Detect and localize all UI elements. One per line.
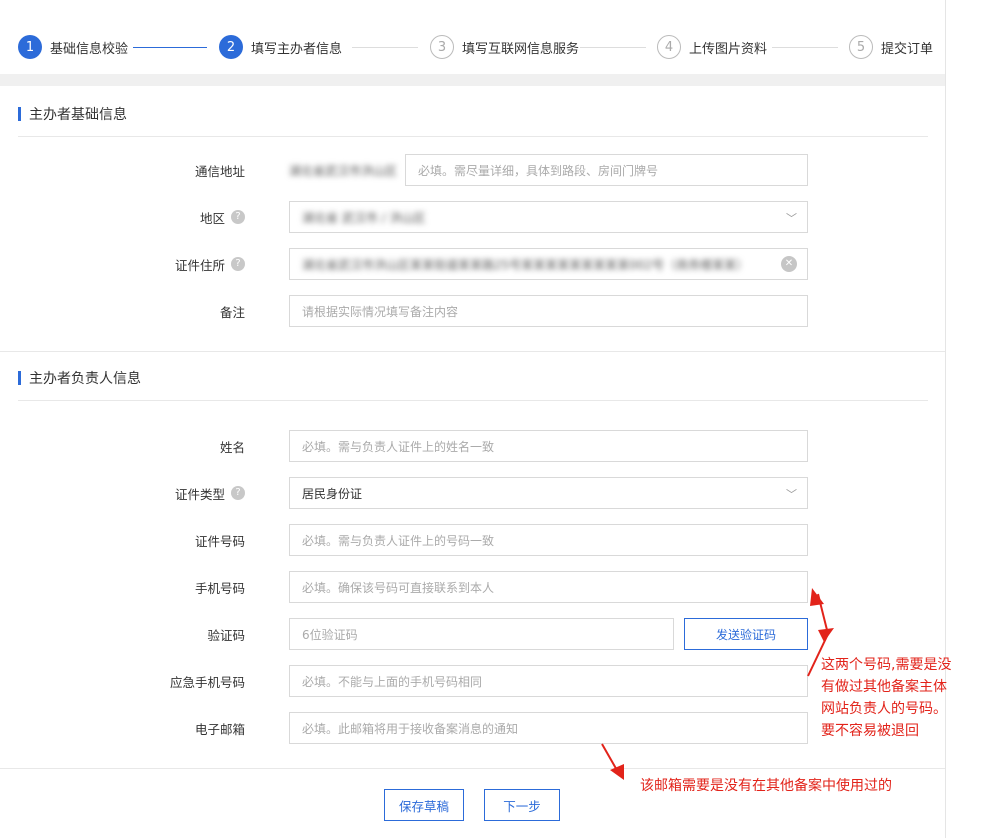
id-number-label-text: 证件号码 (194, 533, 245, 549)
annotation-arrow-email (601, 743, 624, 780)
next-step-button[interactable]: 下一步 (484, 789, 560, 821)
chevron-down-icon: ﹀ (786, 488, 797, 501)
region-label-text: 地区 (199, 210, 225, 226)
id-number-label: 证件号码 (0, 524, 245, 556)
name-input[interactable]: 必填。需与负责人证件上的姓名一致 (289, 430, 808, 462)
code-label-text: 验证码 (207, 627, 245, 643)
id-address-input[interactable]: 湖北省武汉市洪山区某某街道某某路25号某某某某某某某某某002号（商务楼某某） … (289, 248, 808, 280)
mobile-input[interactable]: 必填。确保该号码可直接联系到本人 (289, 571, 808, 603)
address-placeholder: 必填。需尽量详细，具体到路段、房间门牌号 (418, 163, 659, 178)
region-select[interactable]: 湖北省 武汉市 / 洪山区 ﹀ (289, 201, 808, 233)
section-sponsor-basic: 主办者基础信息 (18, 104, 127, 124)
clear-icon[interactable]: ✕ (781, 256, 797, 272)
step-connector-2 (352, 47, 418, 48)
address-prefix: 湖北省武汉市洪山区 (289, 154, 397, 186)
step-5-number: 5 (849, 35, 873, 59)
id-address-label: 证件住所 ? (0, 248, 245, 280)
code-placeholder: 6位验证码 (302, 627, 358, 642)
step-2-number: 2 (219, 35, 243, 59)
address-input[interactable]: 必填。需尽量详细，具体到路段、房间门牌号 (405, 154, 808, 186)
id-type-label-text: 证件类型 (174, 486, 225, 502)
region-label: 地区 ? (0, 201, 245, 233)
emergency-placeholder: 必填。不能与上面的手机号码相同 (302, 674, 483, 689)
section-accent-bar (18, 371, 21, 385)
save-draft-button[interactable]: 保存草稿 (384, 789, 464, 821)
help-icon[interactable]: ? (231, 210, 245, 224)
id-number-placeholder: 必填。需与负责人证件上的号码一致 (302, 533, 495, 548)
emergency-label-text: 应急手机号码 (169, 674, 245, 690)
icp-filing-form-page: 1 基础信息校验 2 填写主办者信息 3 填写互联网信息服务 4 上传图片资料 … (0, 0, 984, 838)
section-title: 主办者基础信息 (29, 107, 127, 123)
step-1-number: 1 (18, 35, 42, 59)
step-connector-1 (133, 47, 207, 48)
mobile-label: 手机号码 (0, 571, 245, 603)
id-type-value: 居民身份证 (302, 486, 363, 501)
help-icon[interactable]: ? (231, 257, 245, 271)
emergency-mobile-input[interactable]: 必填。不能与上面的手机号码相同 (289, 665, 808, 697)
step-5: 5 提交订单 (849, 34, 933, 60)
step-5-label: 提交订单 (881, 41, 934, 57)
email-annotation: 该邮箱需要是没有在其他备案中使用过的 (640, 778, 892, 794)
step-3-label: 填写互联网信息服务 (462, 41, 580, 57)
address-prefix-text: 湖北省武汉市洪山区 (289, 163, 398, 178)
section-divider (0, 351, 945, 352)
phone-note-line: 网站负责人的号码。 (821, 701, 947, 717)
remarks-label-text: 备注 (219, 304, 245, 320)
emergency-label: 应急手机号码 (0, 665, 245, 697)
phone-note-line: 有做过其他备案主体 (821, 679, 947, 695)
chevron-down-icon: ﹀ (786, 212, 797, 225)
remarks-label: 备注 (0, 295, 245, 327)
step-4: 4 上传图片资料 (657, 34, 767, 60)
email-placeholder: 必填。此邮箱将用于接收备案消息的通知 (302, 721, 519, 736)
help-icon[interactable]: ? (231, 486, 245, 500)
id-type-label: 证件类型 ? (0, 477, 245, 509)
footer-divider (0, 768, 945, 769)
step-connector-4 (772, 47, 838, 48)
email-input[interactable]: 必填。此邮箱将用于接收备案消息的通知 (289, 712, 808, 744)
id-number-input[interactable]: 必填。需与负责人证件上的号码一致 (289, 524, 808, 556)
mobile-label-text: 手机号码 (194, 580, 245, 596)
region-value: 湖北省 武汉市 / 洪山区 (302, 210, 426, 225)
section-accent-bar (18, 107, 21, 121)
remarks-input[interactable]: 请根据实际情况填写备注内容 (289, 295, 808, 327)
step-1-label: 基础信息校验 (50, 41, 129, 57)
phone-note-line: 这两个号码,需要是没 (821, 657, 952, 673)
step-3: 3 填写互联网信息服务 (430, 34, 579, 60)
address-label: 通信地址 (0, 154, 245, 186)
header-separator (0, 74, 945, 86)
id-address-label-text: 证件住所 (174, 257, 225, 273)
address-label-text: 通信地址 (194, 163, 245, 179)
verification-code-input[interactable]: 6位验证码 (289, 618, 674, 650)
email-label-text: 电子邮箱 (194, 721, 245, 737)
mobile-placeholder: 必填。确保该号码可直接联系到本人 (302, 580, 495, 595)
step-4-number: 4 (657, 35, 681, 59)
section-divider (18, 136, 928, 137)
section-sponsor-owner: 主办者负责人信息 (18, 368, 141, 388)
phone-note-line: 要不容易被退回 (821, 723, 919, 739)
phone-annotation: 这两个号码,需要是没 有做过其他备案主体 网站负责人的号码。 要不容易被退回 (821, 654, 951, 742)
email-label: 电子邮箱 (0, 712, 245, 744)
step-2: 2 填写主办者信息 (219, 34, 342, 60)
section-divider (18, 400, 928, 401)
id-address-value: 湖北省武汉市洪山区某某街道某某路25号某某某某某某某某某002号（商务楼某某） (302, 257, 749, 272)
id-type-select[interactable]: 居民身份证 ﹀ (289, 477, 808, 509)
progress-stepper: 1 基础信息校验 2 填写主办者信息 3 填写互联网信息服务 4 上传图片资料 … (0, 26, 945, 68)
step-3-number: 3 (430, 35, 454, 59)
name-label: 姓名 (0, 430, 245, 462)
name-placeholder: 必填。需与负责人证件上的姓名一致 (302, 439, 495, 454)
step-1: 1 基础信息校验 (18, 34, 128, 60)
send-code-button[interactable]: 发送验证码 (684, 618, 808, 650)
name-label-text: 姓名 (219, 439, 245, 455)
step-2-label: 填写主办者信息 (251, 41, 343, 57)
remarks-placeholder: 请根据实际情况填写备注内容 (302, 304, 459, 319)
step-connector-3 (580, 47, 646, 48)
step-4-label: 上传图片资料 (689, 41, 768, 57)
code-label: 验证码 (0, 618, 245, 650)
section-title: 主办者负责人信息 (29, 371, 141, 387)
